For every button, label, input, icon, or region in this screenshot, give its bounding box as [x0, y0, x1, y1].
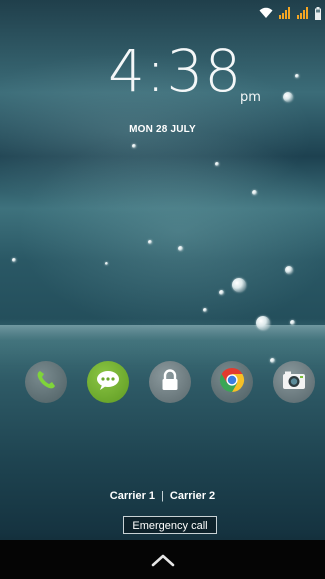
water-drop: [148, 240, 152, 244]
status-bar: [259, 0, 325, 26]
water-drop: [252, 190, 257, 195]
unlock-shortcut[interactable]: [149, 361, 191, 403]
water-drop: [285, 266, 293, 274]
wallpaper-horizon: [0, 325, 325, 365]
water-drop: [132, 144, 136, 148]
messaging-icon: [96, 369, 120, 396]
phone-icon: [35, 369, 57, 396]
lock-date: MON 28 JULY: [129, 124, 196, 135]
navigation-bar: [0, 540, 325, 579]
water-drop: [290, 320, 295, 325]
lock-shortcuts: [0, 361, 325, 405]
water-drop: [105, 262, 108, 265]
phone-shortcut[interactable]: [25, 361, 67, 403]
emergency-call-button[interactable]: Emergency call: [123, 516, 217, 534]
water-drop: [219, 290, 224, 295]
carrier-2-label: Carrier 2: [169, 490, 216, 502]
water-drop: [12, 258, 16, 262]
carrier-info: Carrier 1 | Carrier 2: [0, 490, 325, 502]
wifi-icon: [259, 7, 273, 19]
carrier-1-label: Carrier 1: [109, 490, 156, 502]
carrier-separator: |: [161, 490, 164, 502]
lock-screen: 4:38 pm MON 28 JULY Carrier 1 | Carrier …: [0, 0, 325, 579]
chevron-up-icon[interactable]: [150, 550, 176, 570]
chrome-shortcut[interactable]: [211, 361, 253, 403]
chrome-icon: [219, 367, 245, 398]
water-drop: [295, 74, 299, 78]
water-drop: [283, 92, 293, 102]
camera-icon: [282, 370, 306, 395]
water-drop: [215, 162, 219, 166]
lock-clock-ampm: pm: [240, 90, 261, 105]
water-drop: [232, 278, 246, 292]
lock-clock-time: 4:38: [108, 37, 243, 105]
water-drop: [203, 308, 207, 312]
lock-icon: [161, 368, 179, 396]
signal-icon: [297, 7, 309, 19]
water-drop: [178, 246, 183, 251]
camera-shortcut[interactable]: [273, 361, 315, 403]
water-drop: [256, 316, 270, 330]
signal-icon: [279, 7, 291, 19]
messaging-shortcut[interactable]: [87, 361, 129, 403]
battery-icon: [315, 6, 321, 20]
